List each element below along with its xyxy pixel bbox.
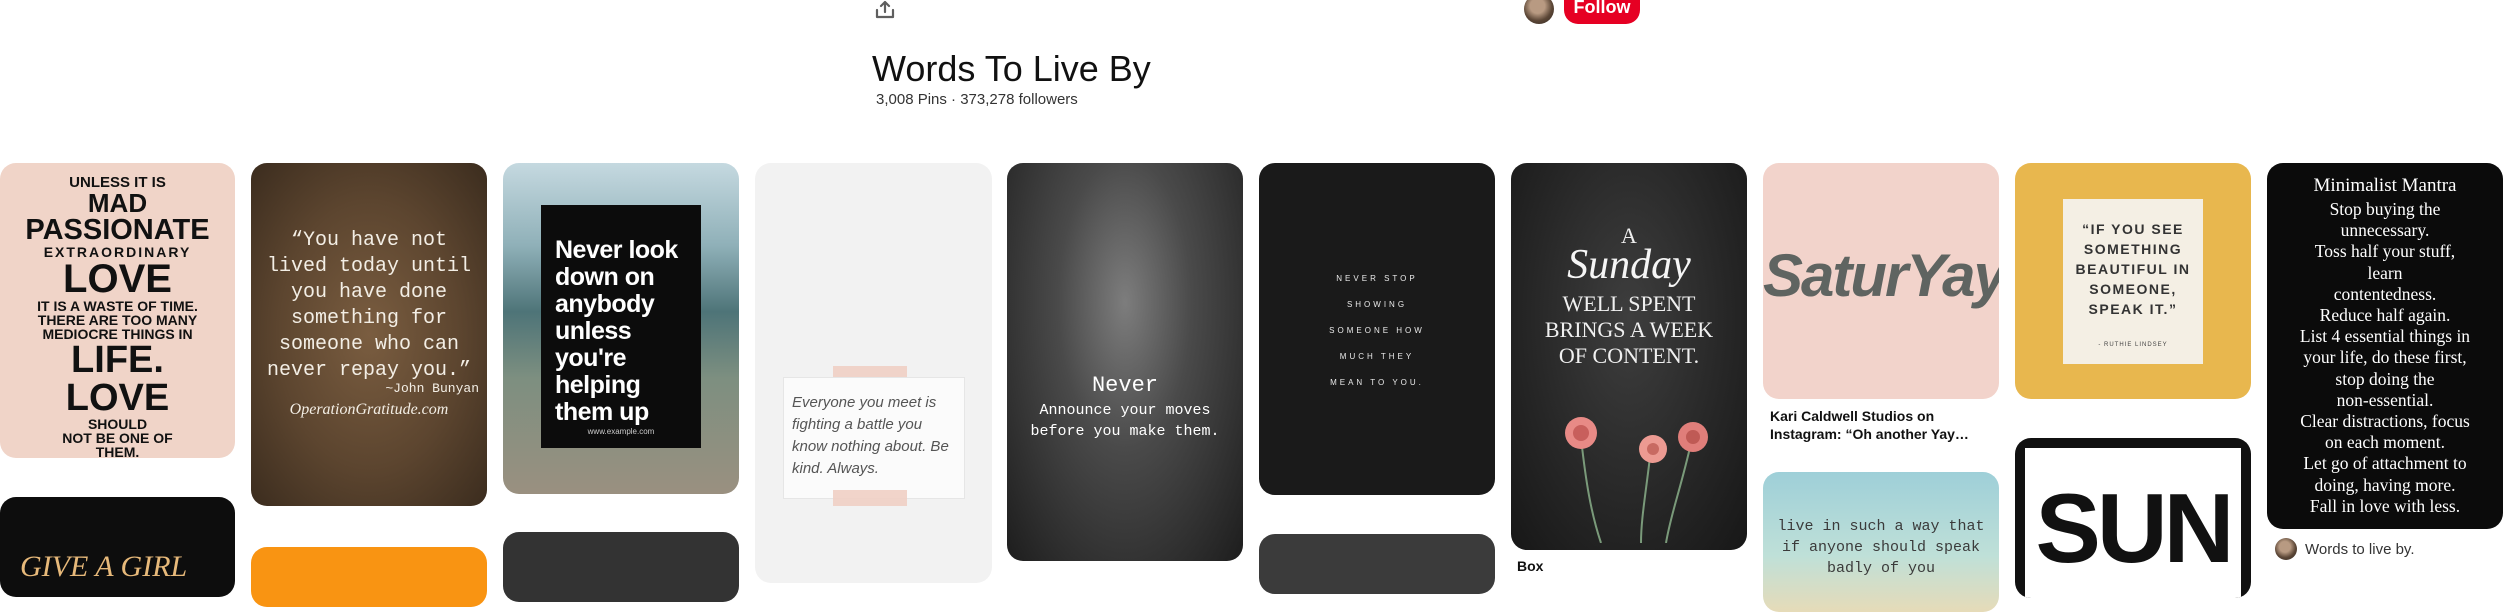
- pin-text: “IF YOU SEE SOMETHING BEAUTIFUL IN SOMEO…: [2075, 221, 2191, 317]
- pin-text: Fall in love with less.: [2309, 495, 2461, 516]
- pin-text: SOMEONE HOW: [1329, 326, 1425, 335]
- pin-text: LIFE.: [71, 339, 164, 381]
- pin-text: doing, having more.: [2314, 474, 2456, 495]
- pin-orange[interactable]: [251, 547, 487, 607]
- pin-text: stop doing the: [2335, 368, 2435, 389]
- pin-text: SHOULD: [87, 416, 148, 432]
- board-stats: 3,008 Pins · 373,278 followers: [876, 91, 1078, 108]
- pin-text: Minimalist Mantra: [2313, 175, 2457, 196]
- pin-never-stop[interactable]: NEVER STOP SHOWING SOMEONE HOW MUCH THEY…: [1259, 163, 1495, 495]
- pin-text: MEAN TO YOU.: [1330, 378, 1424, 387]
- pin-sun[interactable]: SUN: [2015, 438, 2251, 598]
- pinner-name[interactable]: Words to live by.: [2305, 541, 2414, 558]
- pin-text: Everyone you meet is fighting a battle y…: [792, 394, 949, 477]
- pin-sunday[interactable]: A Sunday WELL SPENT BRINGS A WEEK OF CON…: [1511, 163, 1747, 550]
- pin-text: THEM.: [95, 444, 140, 458]
- pin-saturyay[interactable]: SaturYay: [1763, 163, 1999, 399]
- pin-text: NEVER STOP: [1336, 274, 1418, 283]
- pin-text: non-essential.: [2336, 389, 2434, 410]
- pin-text: OperationGratitude.com: [289, 401, 449, 418]
- pin-text: SHOWING: [1346, 300, 1408, 309]
- pin-text: Announce your moves before you make them…: [1030, 402, 1220, 440]
- quote-card: Never look down on anybody unless you're…: [541, 205, 701, 448]
- board-title: Words To Live By: [872, 48, 1151, 89]
- pin-text: your life, do these first,: [2303, 347, 2467, 368]
- pin-text: Clear distractions, focus: [2300, 411, 2470, 432]
- pin-text: Never look down on anybody unless you're…: [555, 236, 678, 426]
- pin-text: SaturYay: [1763, 242, 1999, 309]
- pin-text: NOT BE ONE OF: [62, 430, 173, 446]
- pin-bunyan-quote[interactable]: “You have not lived today until you have…: [251, 163, 487, 506]
- pin-text: contentedness.: [2333, 283, 2437, 304]
- flower-illustration: [1565, 417, 1708, 543]
- pin-text: Reduce half again.: [2319, 305, 2451, 326]
- pin-text: “You have not lived today until you have…: [266, 229, 472, 382]
- pin-text: SUN: [2035, 473, 2235, 583]
- share-icon[interactable]: [873, 0, 897, 20]
- pin-give-a-girl[interactable]: GIVE A GIRL: [0, 497, 235, 597]
- pin-text: Stop buying the: [2329, 199, 2441, 219]
- pin-love-quote[interactable]: UNLESS IT IS MAD PASSIONATE EXTRAORDINAR…: [0, 163, 235, 458]
- pin-text: IT IS A WASTE OF TIME.: [37, 298, 198, 314]
- tape: [833, 490, 907, 506]
- pin-be-kind-note[interactable]: Everyone you meet is fighting a battle y…: [755, 163, 992, 583]
- pin-text: Toss half your stuff,: [2314, 241, 2456, 262]
- pin-text: THERE ARE TOO MANY: [37, 312, 198, 328]
- pin-text: on each moment.: [2324, 432, 2446, 453]
- pin-inner: SUN: [2025, 448, 2241, 598]
- pinner-avatar[interactable]: [2275, 538, 2297, 560]
- pin-text: Sunday: [1567, 242, 1691, 288]
- pin-text: MAD: [87, 188, 148, 218]
- quote-card: “IF YOU SEE SOMETHING BEAUTIFUL IN SOMEO…: [2063, 199, 2203, 364]
- pin-never-look-down[interactable]: Never look down on anybody unless you're…: [503, 163, 739, 494]
- pin-text: Never: [1091, 373, 1158, 398]
- pin-live-in-such[interactable]: live in such a way that if anyone should…: [1763, 472, 1999, 612]
- pin-text: unnecessary.: [2340, 220, 2430, 241]
- pin-text: Let go of attachment to: [2303, 453, 2467, 474]
- pin-lion-quote[interactable]: Never Announce your moves before you mak…: [1007, 163, 1243, 561]
- pin-text: - RUTHIE LINDSEY: [2098, 342, 2168, 348]
- paper-note: Everyone you meet is fighting a battle y…: [783, 377, 965, 499]
- pin-dark-2[interactable]: [1259, 534, 1495, 594]
- pin-text: List 4 essential things in: [2299, 326, 2471, 347]
- pin-text: live in such a way that if anyone should…: [1777, 518, 1985, 577]
- pin-dark[interactable]: [503, 532, 739, 602]
- pin-text: MUCH THEY: [1339, 352, 1415, 361]
- pin-text: PASSIONATE: [25, 214, 210, 246]
- pin-text: learn: [2367, 262, 2403, 283]
- pin-text: LOVE: [63, 257, 172, 301]
- pin-minimalist-mantra[interactable]: Minimalist Mantra Stop buying the unnece…: [2267, 163, 2503, 529]
- pin-text: GIVE A GIRL: [20, 550, 188, 583]
- pin-text: ~John Bunyan: [385, 381, 479, 396]
- follow-button[interactable]: Follow: [1564, 0, 1640, 24]
- pin-speak-it[interactable]: “IF YOU SEE SOMETHING BEAUTIFUL IN SOMEO…: [2015, 163, 2251, 399]
- pin-caption[interactable]: Box: [1517, 557, 1543, 575]
- pin-text: WELL SPENT BRINGS A WEEK OF CONTENT.: [1544, 291, 1714, 368]
- pin-text: www.example.com: [587, 427, 655, 436]
- pin-caption[interactable]: Kari Caldwell Studios on Instagram: “Oh …: [1770, 407, 1995, 443]
- owner-avatar[interactable]: [1524, 0, 1554, 24]
- pin-text: LOVE: [65, 377, 170, 419]
